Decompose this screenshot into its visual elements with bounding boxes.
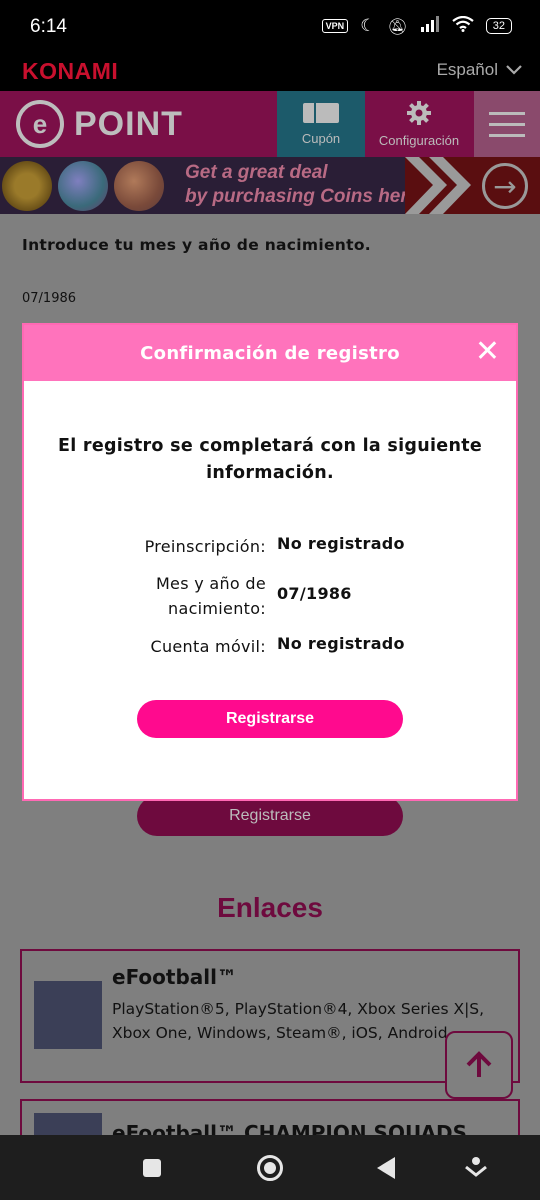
- info-label: Cuenta móvil:: [150, 637, 266, 656]
- menu-button[interactable]: [474, 91, 540, 157]
- assistant-icon[interactable]: [464, 1155, 488, 1185]
- arrow-right-icon: →: [482, 163, 528, 209]
- info-label: Preinscripción:: [144, 537, 266, 556]
- coins-banner[interactable]: Get a great deal by purchasing Coins her…: [0, 157, 540, 214]
- recents-button[interactable]: [143, 1159, 161, 1177]
- back-to-top-button: [445, 1031, 513, 1099]
- epoint-logo[interactable]: e POINT: [0, 91, 277, 157]
- status-bar: 6:14 VPN ☾ 🔕︎ 32: [0, 0, 540, 56]
- coupon-label: Cupón: [301, 131, 341, 146]
- efootball-thumbnail: [34, 981, 102, 1049]
- system-nav-bar: [0, 1135, 540, 1200]
- banner-line-1: Get a great deal: [185, 162, 328, 183]
- mute-icon: 🔕︎: [387, 16, 408, 36]
- info-value: 07/1986: [277, 584, 352, 603]
- vpn-icon: VPN: [321, 19, 349, 33]
- info-label: Mes y año de nacimiento:: [155, 574, 266, 618]
- hamburger-icon: [489, 111, 525, 137]
- battery-icon: 32: [485, 18, 512, 34]
- moon-icon: ☾: [360, 16, 376, 36]
- birth-date-value: 07/1986: [22, 291, 77, 306]
- arrow-up-icon: [466, 1051, 492, 1077]
- epoint-logo-text: POINT: [74, 104, 183, 143]
- settings-label: Configuración: [378, 133, 460, 148]
- banner-line-2: by purchasing Coins here!: [185, 186, 425, 207]
- registration-confirmation-dialog: Confirmación de registro ✕ El registro s…: [22, 323, 518, 801]
- coupon-icon: [302, 102, 340, 127]
- dialog-title: Confirmación de registro: [140, 342, 400, 364]
- link-card: eFootball™ CHAMPION SQUADS: [20, 1099, 520, 1153]
- coupon-button[interactable]: Cupón: [277, 91, 365, 157]
- status-time: 6:14: [30, 16, 67, 37]
- wifi-icon: [452, 15, 474, 36]
- links-heading: Enlaces: [217, 892, 323, 923]
- register-button[interactable]: Registrarse: [137, 700, 403, 738]
- back-button[interactable]: [377, 1157, 395, 1179]
- info-value: No registrado: [277, 634, 405, 653]
- konami-logo[interactable]: KONAMI: [22, 58, 118, 85]
- link-title: eFootball™: [112, 965, 237, 989]
- site-header: e POINT Cupón Configuración: [0, 91, 540, 157]
- language-selector[interactable]: Español: [437, 60, 522, 80]
- banner-text: Get a great deal by purchasing Coins her…: [185, 161, 425, 209]
- signal-icon: [420, 16, 440, 36]
- dialog-message: El registro se completará con la siguien…: [57, 436, 483, 483]
- ball-image: [114, 161, 164, 211]
- gear-icon: [406, 100, 432, 129]
- coin-image: [2, 161, 52, 211]
- birth-prompt: Introduce tu mes y año de nacimiento.: [22, 236, 371, 254]
- info-value: No registrado: [277, 534, 405, 553]
- konami-bar: KONAMI Español: [0, 56, 540, 91]
- status-icons: VPN ☾ 🔕︎ 32: [321, 15, 512, 36]
- language-label: Español: [436, 60, 498, 79]
- chevron-down-icon: [506, 60, 522, 80]
- epoint-logo-mark: e: [16, 100, 64, 148]
- ball-image: [58, 161, 108, 211]
- register-button-background: Registrarse: [137, 796, 403, 836]
- close-icon[interactable]: ✕: [475, 335, 500, 369]
- dialog-header: Confirmación de registro ✕: [24, 325, 516, 381]
- home-button[interactable]: [257, 1155, 283, 1181]
- settings-button[interactable]: Configuración: [365, 91, 473, 157]
